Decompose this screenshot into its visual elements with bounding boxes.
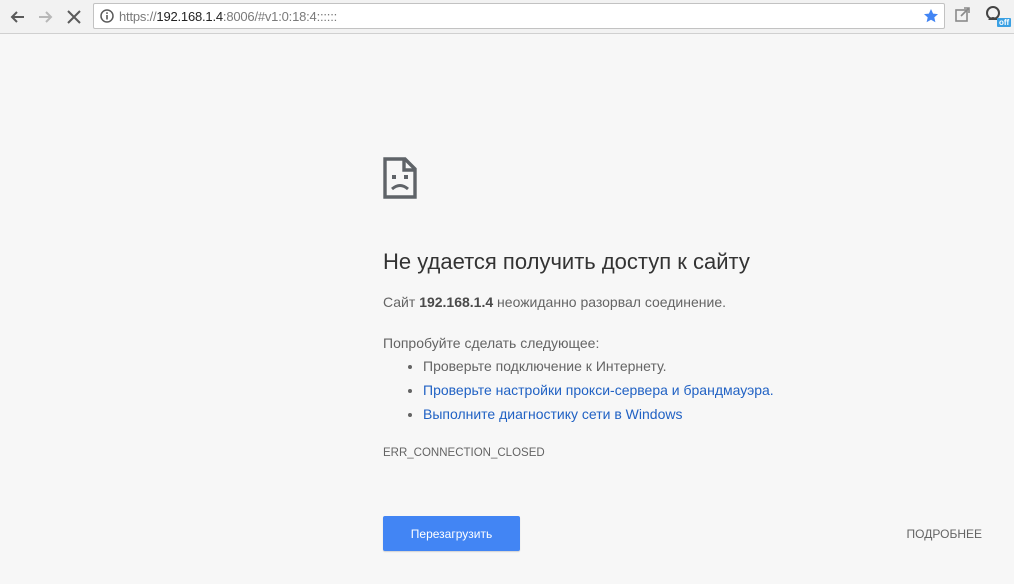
close-icon <box>67 10 81 24</box>
back-button[interactable] <box>5 5 29 29</box>
extension-off-badge: off <box>997 18 1012 27</box>
suggestion-run-diagnostics: Выполните диагностику сети в Windows <box>423 406 774 430</box>
summary-prefix: Сайт <box>383 294 420 310</box>
suggestion-check-proxy: Проверьте настройки прокси-сервера и бра… <box>423 382 774 406</box>
info-icon[interactable] <box>100 9 114 23</box>
summary-suffix: неожиданно разорвал соединение. <box>493 294 727 310</box>
suggestion-text: Проверьте подключение к Интернету. <box>423 358 667 374</box>
browser-toolbar: https://192.168.1.4:8006/#v1:0:18:4:::::… <box>0 0 1014 34</box>
url-host: 192.168.1.4 <box>156 9 223 24</box>
details-button[interactable]: ПОДРОБНЕЕ <box>893 516 988 551</box>
forward-arrow-icon <box>39 11 53 23</box>
error-code: ERR_CONNECTION_CLOSED <box>383 447 545 459</box>
back-arrow-icon <box>10 11 24 23</box>
url-text[interactable]: https://192.168.1.4:8006/#v1:0:18:4:::::… <box>119 9 337 24</box>
url-scheme: https:// <box>119 9 157 24</box>
reload-button[interactable]: Перезагрузить <box>383 516 520 551</box>
error-heading: Не удается получить доступ к сайту <box>383 249 750 274</box>
suggestion-diagnostics-link[interactable]: Выполните диагностику сети в Windows <box>423 406 682 422</box>
summary-host: 192.168.1.4 <box>419 294 494 310</box>
bookmark-star-icon[interactable] <box>923 8 939 24</box>
suggestions-title: Попробуйте сделать следующее: <box>383 335 600 351</box>
address-bar[interactable]: https://192.168.1.4:8006/#v1:0:18:4:::::… <box>93 3 945 29</box>
suggestion-check-connection: Проверьте подключение к Интернету. <box>423 358 774 382</box>
stop-button[interactable] <box>62 5 86 29</box>
error-summary: Сайт 192.168.1.4 неожиданно разорвал сое… <box>383 294 726 310</box>
forward-button[interactable] <box>34 5 58 29</box>
extension-window-icon[interactable] <box>954 6 972 24</box>
sad-page-icon <box>383 157 417 199</box>
suggestion-proxy-link[interactable]: Проверьте настройки прокси-сервера и бра… <box>423 382 774 398</box>
url-path: :8006/#v1:0:18:4:::::: <box>222 9 338 24</box>
suggestions-list: Проверьте подключение к Интернету. Прове… <box>383 358 774 430</box>
